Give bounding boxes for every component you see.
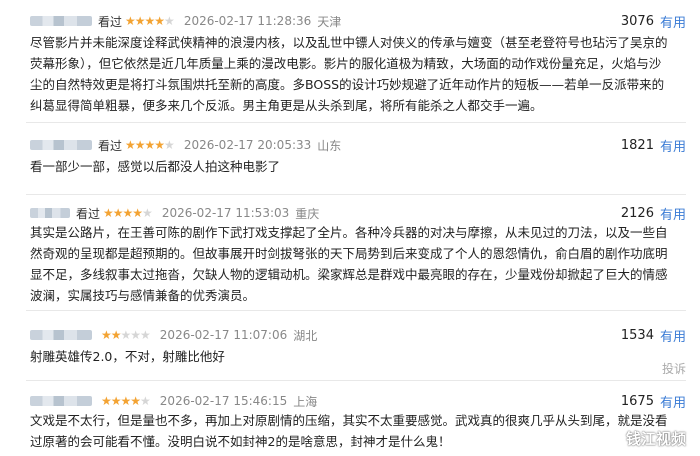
review-location: 重庆 [295, 206, 320, 221]
useful-button[interactable]: 有用 [660, 392, 686, 411]
divider [26, 380, 686, 381]
vote-count: 3076 [620, 13, 654, 29]
watermark: 钱江视频 [600, 428, 686, 449]
vote-block: 3076 有用 [620, 12, 686, 31]
user-avatar-redacted [30, 140, 92, 150]
review-date: 2026-02-17 11:07:06 [159, 328, 288, 342]
review-meta: 看过 ★★★★★ 2026-02-17 20:05:33 山东 [30, 136, 341, 154]
user-avatar-redacted [30, 330, 92, 340]
review-date: 2026-02-17 20:05:33 [183, 138, 312, 152]
rating-stars: ★★★★★ [101, 394, 151, 408]
review-text: 射雕英雄传2.0，不对，射雕比他好 [30, 349, 225, 364]
vote-count: 1534 [620, 327, 654, 343]
vote-block: 1675 有用 [620, 392, 686, 411]
review-text: 看一部少一部，感觉以后都没人拍这种电影了 [30, 159, 281, 174]
review-meta: ★★★★★ 2026-02-17 15:46:15 上海 [30, 392, 317, 410]
watermark-text: 钱江视频 [625, 430, 686, 448]
rating-stars: ★★★★★ [103, 206, 153, 220]
review-location: 湖北 [293, 328, 318, 343]
review-location: 天津 [317, 14, 342, 29]
review-location: 上海 [293, 394, 318, 409]
review-date: 2026-02-17 11:53:03 [161, 206, 290, 220]
divider [26, 122, 686, 123]
review-meta: 看过 ★★★★★ 2026-02-17 11:53:03 重庆 [30, 204, 319, 222]
watched-label: 看过 [98, 14, 123, 29]
divider [26, 310, 686, 311]
user-avatar-redacted [30, 396, 92, 406]
rating-stars: ★★★★★ [125, 14, 175, 28]
report-link[interactable]: 投诉 [662, 360, 686, 377]
useful-button[interactable]: 有用 [660, 326, 686, 345]
review-location: 山东 [317, 138, 342, 153]
review-text: 文戏是不太行，但是量也不多，再加上对原剧情的压缩，其实不太重要感觉。武戏真的很爽… [30, 413, 668, 449]
review-date: 2026-02-17 11:28:36 [183, 14, 312, 28]
vote-block: 2126 有用 [620, 204, 686, 223]
rating-stars: ★★★★★ [101, 328, 151, 342]
vote-count: 2126 [620, 205, 654, 221]
watched-label: 看过 [76, 206, 101, 221]
review-text: 尽管影片并未能深度诠释武侠精神的浪漫内核，以及乱世中镖人对侠义的传承与嬗变（甚至… [30, 35, 668, 113]
review-meta: ★★★★★ 2026-02-17 11:07:06 湖北 [30, 326, 317, 344]
review-text: 其实是公路片，在王善可陈的剧作下武打戏支撑起了全片。各种冷兵器的对决与摩擦，从未… [30, 225, 668, 303]
vote-block: 1821 有用 [620, 136, 686, 155]
weibo-icon [600, 430, 621, 447]
vote-block: 1534 有用 [620, 326, 686, 345]
useful-button[interactable]: 有用 [660, 136, 686, 155]
watched-label: 看过 [98, 138, 123, 153]
useful-button[interactable]: 有用 [660, 12, 686, 31]
user-avatar-redacted [30, 16, 92, 26]
vote-count: 1675 [620, 393, 654, 409]
rating-stars: ★★★★★ [125, 138, 175, 152]
review-date: 2026-02-17 15:46:15 [159, 394, 288, 408]
review-meta: 看过 ★★★★★ 2026-02-17 11:28:36 天津 [30, 12, 341, 30]
divider [26, 194, 686, 195]
vote-count: 1821 [620, 137, 654, 153]
useful-button[interactable]: 有用 [660, 204, 686, 223]
user-avatar-redacted [30, 208, 70, 218]
